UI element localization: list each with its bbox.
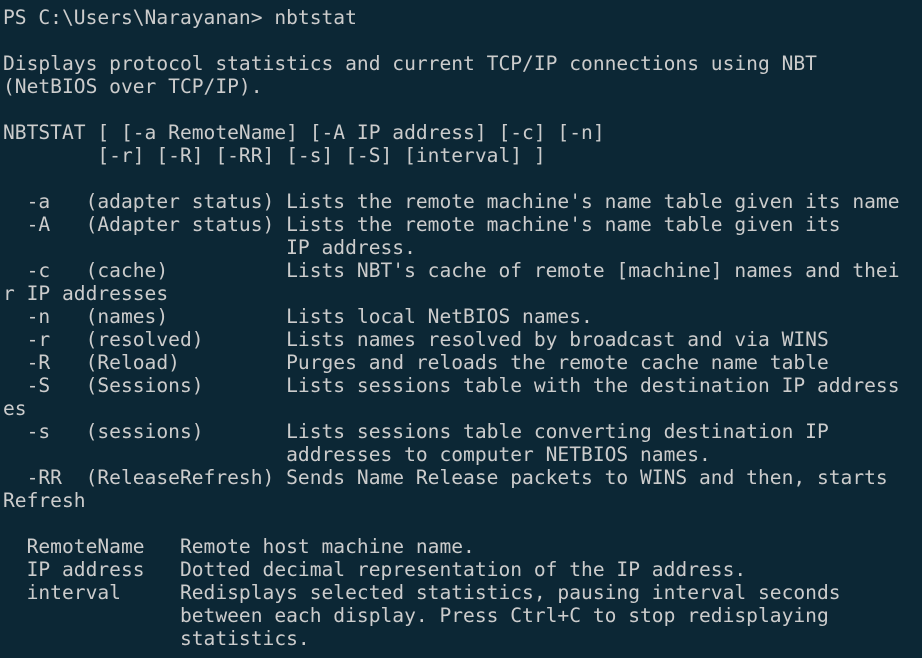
option-line: Refresh [3,489,86,512]
description-line: (NetBIOS over TCP/IP). [3,75,263,98]
option-line: IP address. [3,236,416,259]
option-line: addresses to computer NETBIOS names. [3,443,711,466]
option-line: -n (names) Lists local NetBIOS names. [3,305,593,328]
usage-line: NBTSTAT [ [-a RemoteName] [-A IP address… [3,121,605,144]
usage-line: [-r] [-R] [-RR] [-s] [-S] [interval] ] [3,144,546,167]
description-line: Displays protocol statistics and current… [3,52,817,75]
option-line: -r (resolved) Lists names resolved by br… [3,328,829,351]
parameter-line: RemoteName Remote host machine name. [3,535,475,558]
option-line: -S (Sessions) Lists sessions table with … [3,374,900,397]
option-line: es [3,397,27,420]
parameter-line: IP address Dotted decimal representation… [3,558,747,581]
option-line: -A (Adapter status) Lists the remote mac… [3,213,841,236]
option-line: -RR (ReleaseRefresh) Sends Name Release … [3,466,888,489]
terminal-window[interactable]: PS C:\Users\Narayanan> nbtstat Displays … [0,0,922,658]
parameter-line: statistics. [3,627,310,650]
option-line: -a (adapter status) Lists the remote mac… [3,190,900,213]
option-line: r IP addresses [3,282,169,305]
option-line: -s (sessions) Lists sessions table conve… [3,420,829,443]
option-line: -c (cache) Lists NBT's cache of remote [… [3,259,900,282]
parameter-line: between each display. Press Ctrl+C to st… [3,604,829,627]
parameter-line: interval Redisplays selected statistics,… [3,581,841,604]
option-line: -R (Reload) Purges and reloads the remot… [3,351,829,374]
prompt-line: PS C:\Users\Narayanan> nbtstat [3,6,357,29]
